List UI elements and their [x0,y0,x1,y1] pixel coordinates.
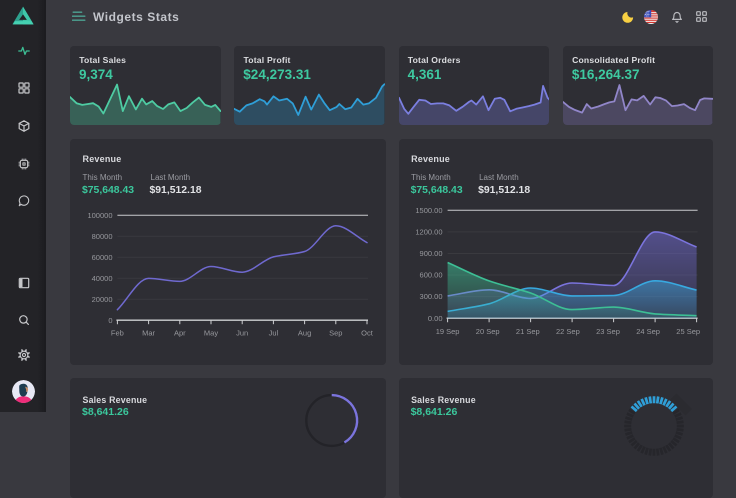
svg-text:21 Sep: 21 Sep [516,327,540,336]
svg-text:May: May [204,328,218,337]
svg-text:0.00: 0.00 [427,313,442,322]
svg-text:60000: 60000 [92,252,113,261]
svg-text:22 Sep: 22 Sep [556,327,580,336]
svg-text:Mar: Mar [142,328,155,337]
svg-text:Sep: Sep [329,328,342,337]
svg-text:0: 0 [108,315,112,324]
svg-text:Aug: Aug [298,328,311,337]
svg-text:19 Sep: 19 Sep [435,327,459,336]
svg-text:300.00: 300.00 [419,292,442,301]
svg-text:600.00: 600.00 [419,270,442,279]
svg-text:1200.00: 1200.00 [415,227,442,236]
svg-text:23 Sep: 23 Sep [596,327,620,336]
svg-text:Apr: Apr [174,328,186,337]
svg-text:Feb: Feb [111,328,124,337]
svg-text:20 Sep: 20 Sep [475,327,499,336]
svg-text:Jun: Jun [236,328,248,337]
svg-text:25 Sep: 25 Sep [676,327,700,336]
svg-text:24 Sep: 24 Sep [636,327,660,336]
svg-text:Jul: Jul [269,328,279,337]
svg-text:20000: 20000 [92,294,113,303]
svg-text:Oct: Oct [361,328,374,337]
svg-text:100000: 100000 [87,210,112,219]
svg-text:900.00: 900.00 [419,249,442,258]
svg-text:1500.00: 1500.00 [415,205,442,214]
svg-text:40000: 40000 [92,273,113,282]
svg-text:80000: 80000 [92,231,113,240]
